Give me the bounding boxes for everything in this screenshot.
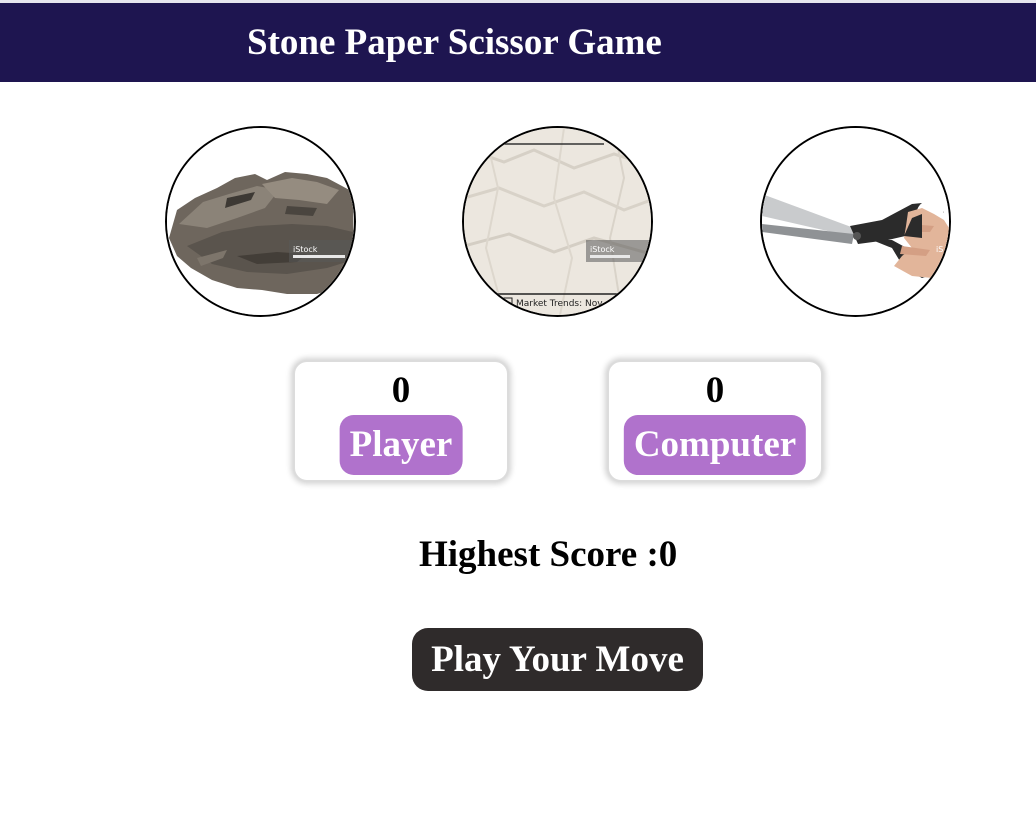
player-score-card: 0 Player bbox=[293, 360, 509, 482]
scissor-choice[interactable]: iS bbox=[760, 126, 951, 317]
paper-watermark: iStock bbox=[590, 245, 615, 254]
highest-score: Highest Score :0 bbox=[419, 534, 678, 575]
play-your-move-button[interactable]: Play Your Move bbox=[412, 628, 703, 691]
page-title: Stone Paper Scissor Game bbox=[247, 22, 662, 63]
scissor-watermark: iS bbox=[936, 245, 943, 254]
app-header: Stone Paper Scissor Game bbox=[0, 3, 1036, 82]
stone-choice[interactable]: iStock bbox=[165, 126, 356, 317]
player-score: 0 bbox=[391, 370, 411, 411]
computer-score: 0 bbox=[705, 370, 725, 411]
computer-label: Computer bbox=[623, 415, 807, 475]
computer-score-card: 0 Computer bbox=[607, 360, 823, 482]
paper-choice[interactable]: iStock Market Trends: Nov bbox=[462, 126, 653, 317]
scissor-image: iS bbox=[762, 128, 949, 315]
player-label: Player bbox=[339, 415, 463, 475]
paper-image: iStock Market Trends: Nov bbox=[464, 128, 651, 315]
stone-watermark: iStock bbox=[293, 245, 318, 254]
paper-caption: Market Trends: Nov bbox=[516, 299, 603, 309]
stone-image: iStock bbox=[167, 128, 354, 315]
